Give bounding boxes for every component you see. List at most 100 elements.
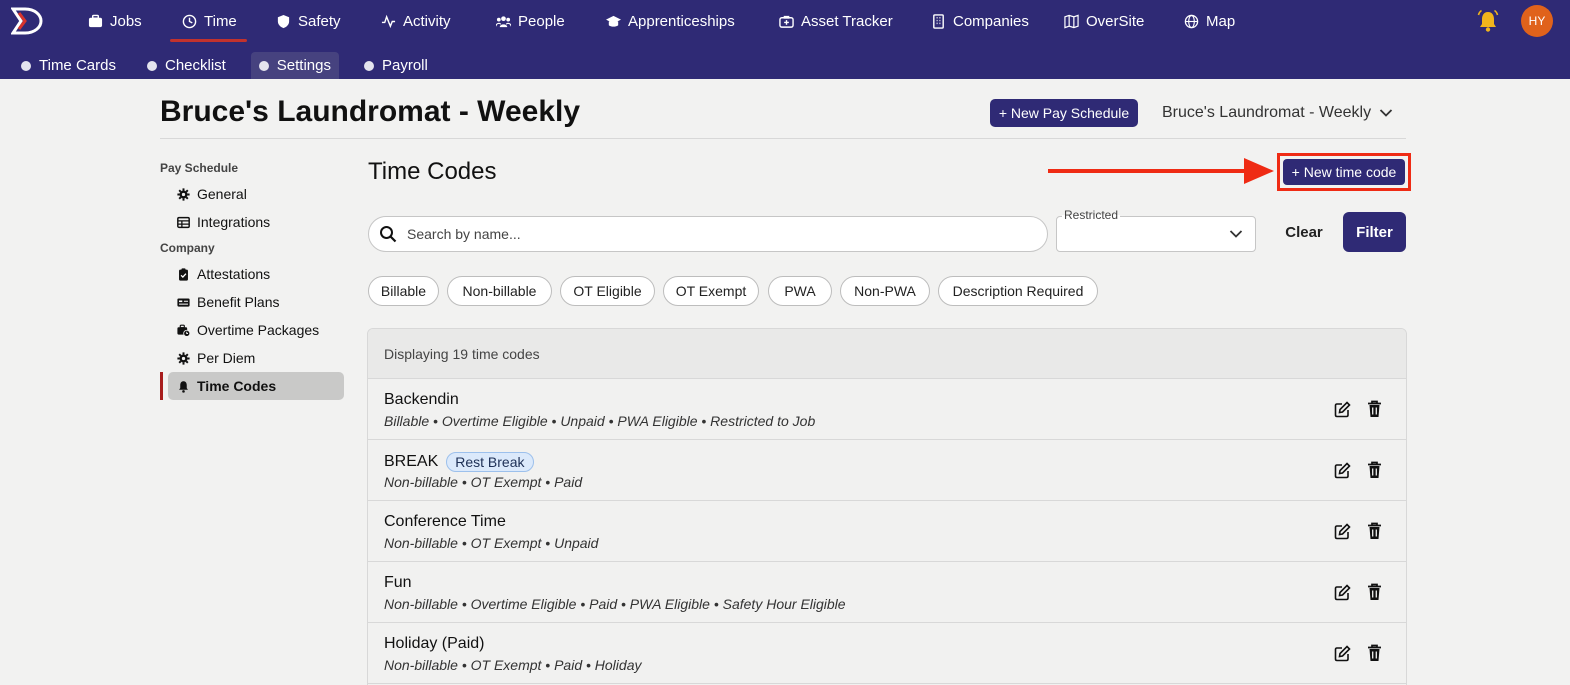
nav-asset-tracker[interactable]: Asset Tracker	[779, 0, 893, 42]
table-row[interactable]: Backendin Billable • Overtime Eligible •…	[368, 379, 1406, 440]
subnav-payroll[interactable]: Payroll	[356, 52, 436, 79]
section-title: Time Codes	[368, 158, 497, 185]
row-description: Billable • Overtime Eligible • Unpaid • …	[384, 413, 816, 429]
sidebar-item-label: Benefit Plans	[197, 294, 280, 310]
app-logo[interactable]	[11, 7, 47, 35]
edit-icon[interactable]	[1334, 645, 1351, 662]
search-input[interactable]	[407, 226, 1007, 242]
row-name: BREAK	[384, 453, 439, 470]
edit-icon[interactable]	[1334, 584, 1351, 601]
chip-non-billable[interactable]: Non-billable	[447, 276, 552, 306]
subnav-label: Checklist	[165, 57, 226, 74]
row-name-wrap: Backendin	[384, 391, 459, 409]
clear-button[interactable]: Clear	[1279, 216, 1329, 248]
clock-icon	[182, 14, 197, 28]
search-icon	[380, 226, 397, 243]
chip-pwa[interactable]: PWA	[768, 276, 832, 306]
sidebar-item-general[interactable]: General	[168, 180, 344, 208]
nav-label: People	[518, 12, 565, 30]
subnav-label: Payroll	[382, 57, 428, 74]
nav-companies[interactable]: Companies	[931, 0, 1029, 42]
building-icon	[933, 13, 944, 29]
sidebar-item-per-diem[interactable]: Per Diem	[168, 344, 344, 372]
table-row[interactable]: BREAK Rest Break Non-billable • OT Exemp…	[368, 440, 1406, 501]
filter-button[interactable]: Filter	[1343, 212, 1406, 252]
page-title: Bruce's Laundromat - Weekly	[160, 95, 581, 128]
nav-safety[interactable]: Safety	[276, 0, 341, 42]
rest-break-badge: Rest Break	[446, 452, 534, 472]
row-name-wrap: Conference Time	[384, 513, 506, 531]
edit-icon[interactable]	[1334, 462, 1351, 479]
people-icon	[496, 15, 511, 27]
nav-activity[interactable]: Activity	[381, 0, 451, 42]
nav-apprenticeships[interactable]: Apprenticeships	[606, 0, 735, 42]
time-codes-table: Displaying 19 time codes Backendin Billa…	[367, 328, 1407, 685]
nav-time[interactable]: Time	[170, 0, 247, 42]
search-field[interactable]	[368, 216, 1048, 252]
trash-icon[interactable]	[1367, 583, 1382, 601]
red-arrow-annotation	[1048, 158, 1274, 184]
nav-jobs[interactable]: Jobs	[88, 0, 142, 42]
chip-non-pwa[interactable]: Non-PWA	[840, 276, 930, 306]
edit-icon[interactable]	[1334, 401, 1351, 418]
sidebar-active-indicator	[160, 372, 163, 400]
sidebar-item-time-codes[interactable]: Time Codes	[168, 372, 344, 400]
nav-people[interactable]: People	[496, 0, 565, 42]
subnav-checklist[interactable]: Checklist	[139, 52, 234, 79]
sidebar-group-pay-schedule: Pay Schedule	[160, 161, 239, 175]
subnav-label: Settings	[276, 57, 331, 74]
trash-icon[interactable]	[1367, 461, 1382, 479]
sidebar-item-overtime-packages[interactable]: Overtime Packages	[168, 316, 344, 344]
sidebar-item-benefit-plans[interactable]: Benefit Plans	[168, 288, 344, 316]
user-avatar[interactable]: HY	[1521, 5, 1553, 37]
row-description: Non-billable • OT Exempt • Paid	[384, 474, 583, 490]
subnav-time-cards[interactable]: Time Cards	[13, 52, 124, 79]
subnav-settings[interactable]: Settings	[251, 52, 339, 79]
gear-icon	[177, 187, 190, 201]
header-divider	[160, 138, 1406, 139]
trash-icon[interactable]	[1367, 644, 1382, 662]
sidebar-item-label: Integrations	[197, 214, 271, 230]
sidebar-item-attestations[interactable]: Attestations	[168, 260, 344, 288]
new-pay-schedule-button[interactable]: + New Pay Schedule	[990, 99, 1138, 127]
map-fold-icon	[1064, 14, 1079, 28]
chip-ot-eligible[interactable]: OT Eligible	[560, 276, 655, 306]
nav-label: Time	[204, 12, 237, 30]
nav-label: Apprenticeships	[628, 12, 735, 30]
shield-icon	[277, 14, 290, 28]
table-row[interactable]: Holiday (Paid) Non-billable • OT Exempt …	[368, 623, 1406, 684]
row-name: Conference Time	[384, 513, 506, 530]
pay-schedule-select[interactable]: Bruce's Laundromat - Weekly	[1162, 101, 1393, 125]
highlight-box: + New time code	[1277, 153, 1411, 191]
chip-billable[interactable]: Billable	[368, 276, 439, 306]
trash-icon[interactable]	[1367, 400, 1382, 418]
nav-label: Map	[1206, 12, 1236, 30]
trash-icon[interactable]	[1367, 522, 1382, 540]
subnav-label: Time Cards	[39, 57, 116, 74]
nav-label: Jobs	[110, 12, 142, 30]
sidebar-item-integrations[interactable]: Integrations	[168, 208, 344, 236]
nav-label: Activity	[403, 12, 451, 30]
clipboard-check-icon	[179, 267, 188, 281]
briefcase-clock-icon	[177, 324, 190, 337]
row-name-wrap: Fun	[384, 574, 412, 592]
row-description: Non-billable • OT Exempt • Unpaid	[384, 535, 599, 551]
chip-description-required[interactable]: Description Required	[938, 276, 1098, 306]
activity-icon	[381, 14, 396, 28]
bell-icon	[179, 380, 188, 393]
row-description: Non-billable • Overtime Eligible • Paid …	[384, 596, 846, 612]
table-row[interactable]: Conference Time Non-billable • OT Exempt…	[368, 501, 1406, 562]
chevron-down-icon	[1229, 230, 1243, 238]
row-name: Holiday (Paid)	[384, 635, 485, 652]
new-time-code-button[interactable]: + New time code	[1283, 159, 1405, 185]
sidebar-item-label: General	[197, 186, 247, 202]
notification-bell-icon[interactable]	[1477, 9, 1499, 33]
edit-icon[interactable]	[1334, 523, 1351, 540]
chip-ot-exempt[interactable]: OT Exempt	[663, 276, 759, 306]
id-card-icon	[177, 297, 190, 307]
nav-oversite[interactable]: OverSite	[1064, 0, 1144, 42]
nav-map[interactable]: Map	[1184, 0, 1235, 42]
nav-label: OverSite	[1086, 12, 1145, 30]
nav-label: Asset Tracker	[801, 12, 893, 30]
table-row[interactable]: Fun Non-billable • Overtime Eligible • P…	[368, 562, 1406, 623]
